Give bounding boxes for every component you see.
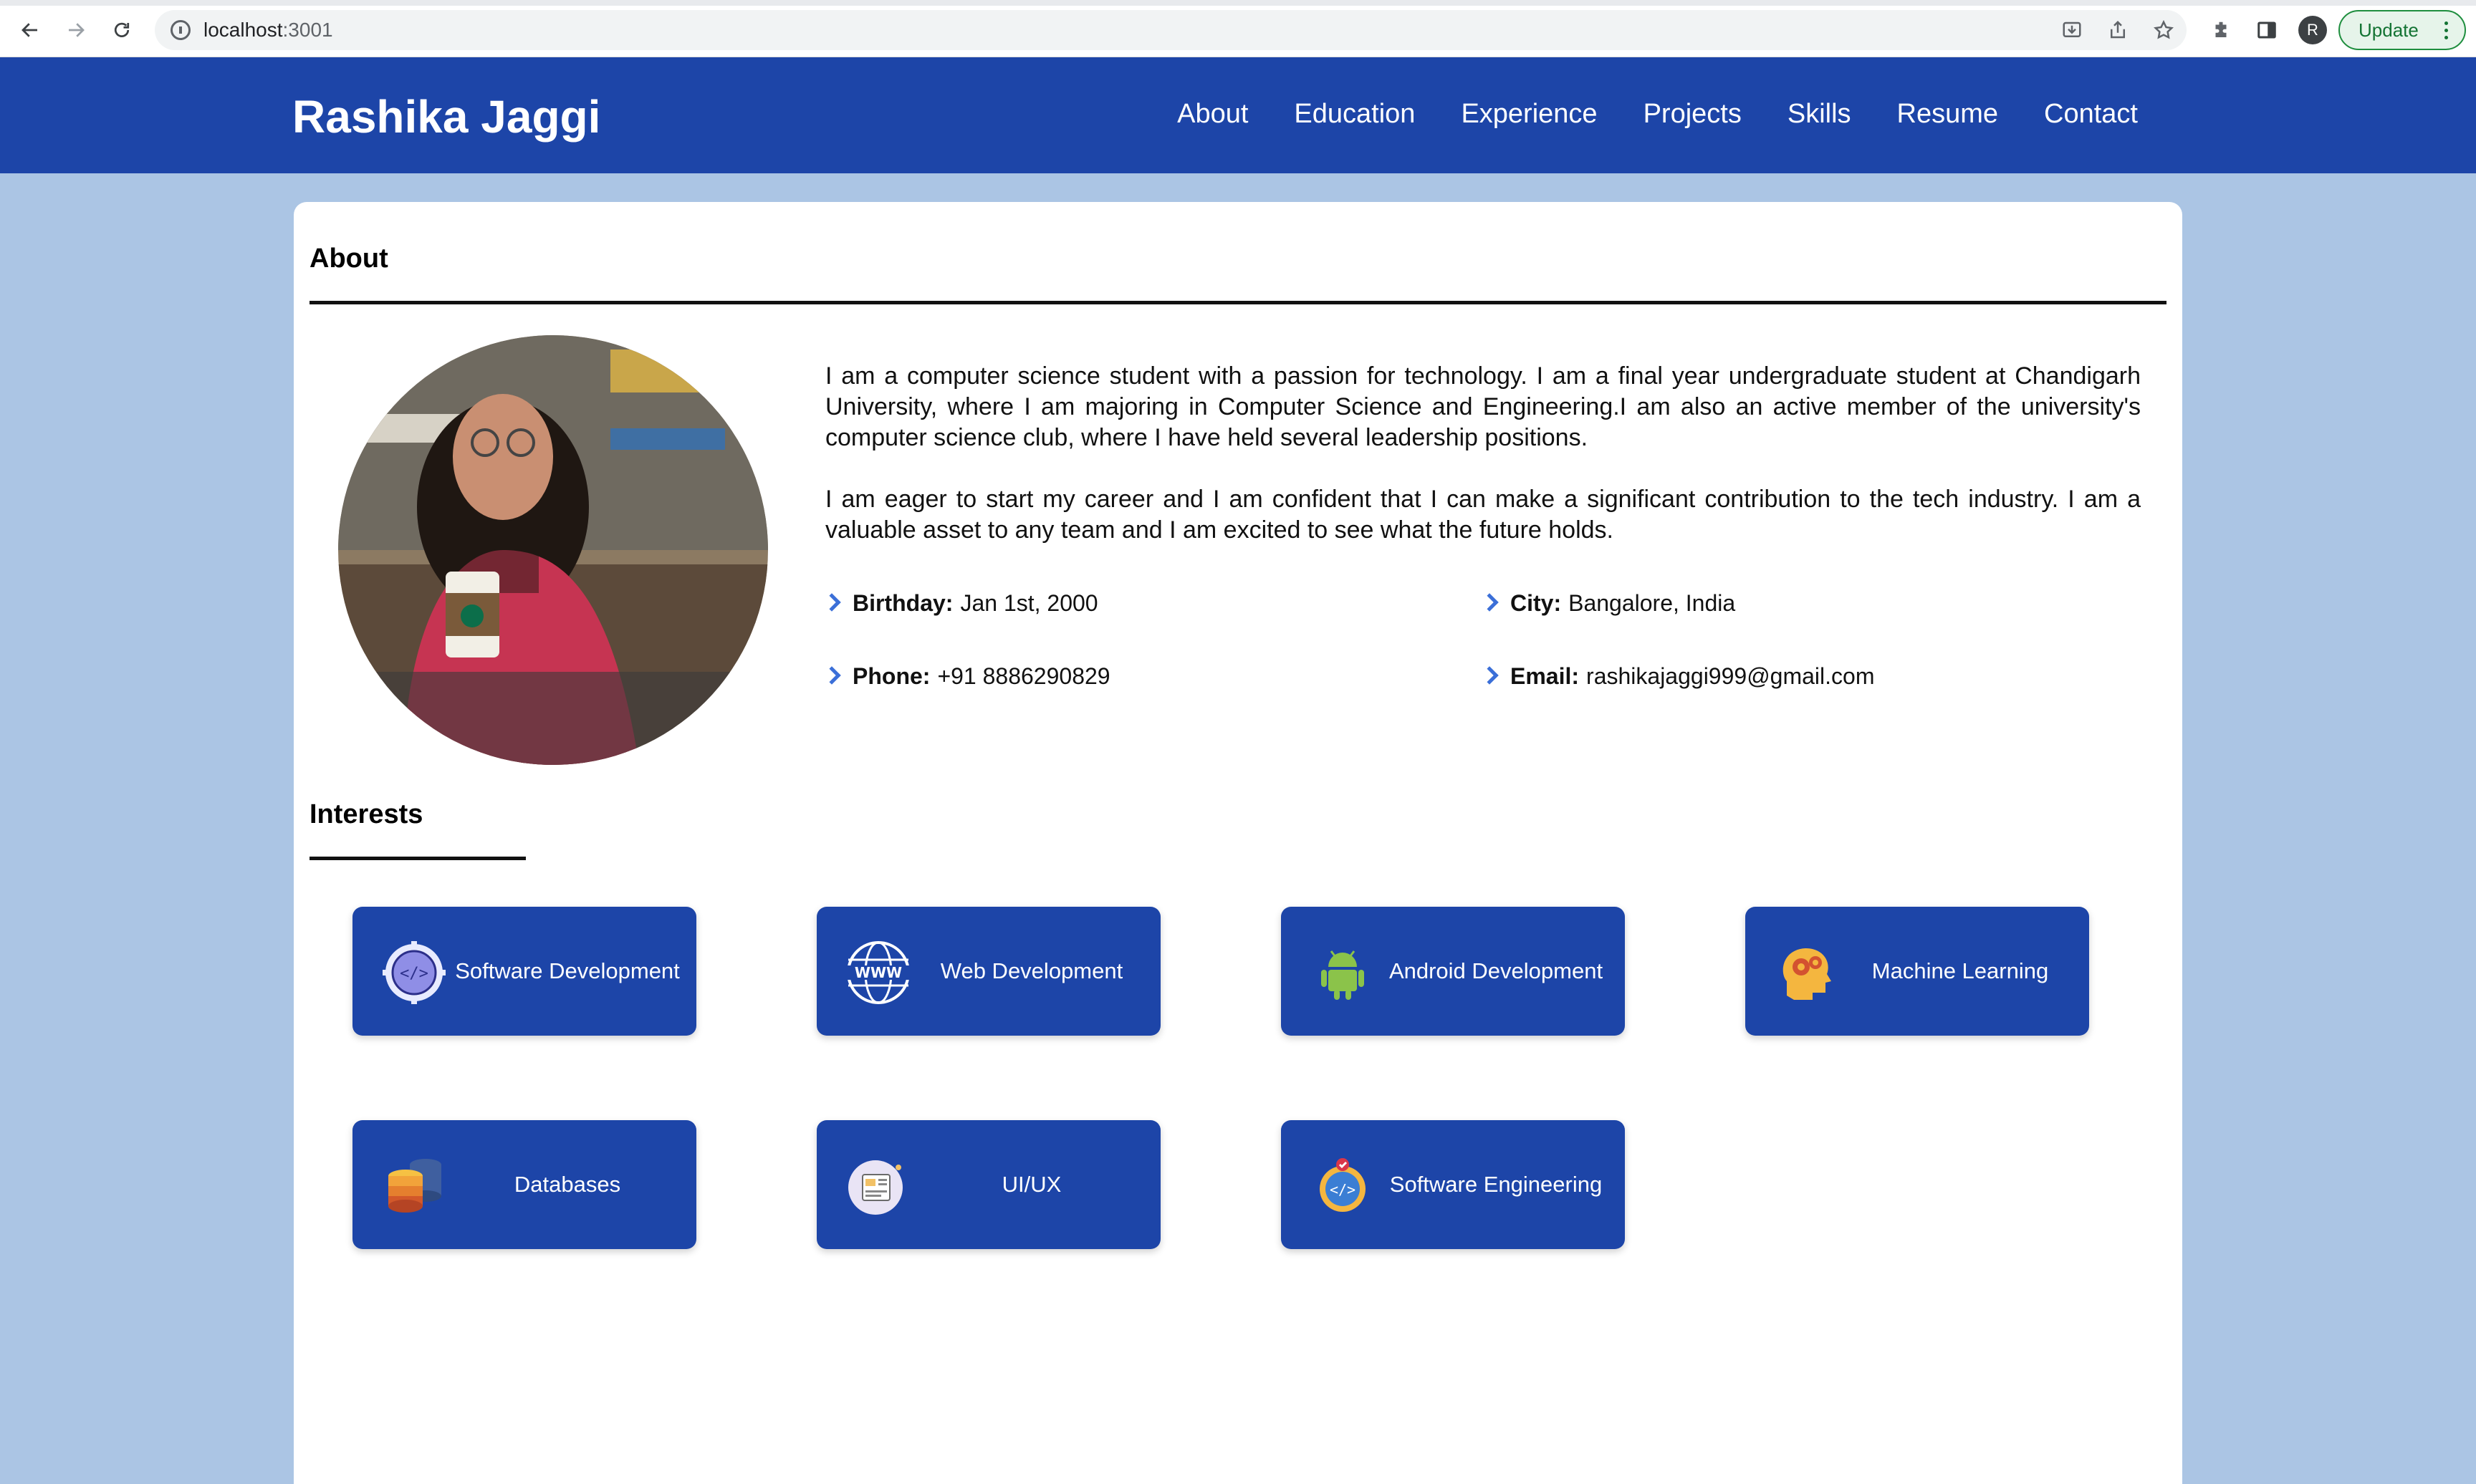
phone-detail: Phone: +91 8886290829 [822, 663, 1110, 690]
interests-divider [310, 857, 526, 860]
nav-experience[interactable]: Experience [1461, 99, 1597, 130]
interest-label: Web Development [940, 958, 1123, 983]
update-label: Update [2359, 19, 2419, 41]
chevron-right-icon [1480, 592, 1499, 612]
interest-ui-ux[interactable]: UI/UX [817, 1120, 1161, 1249]
content-card: About I am a computer science student wi… [294, 202, 2182, 1484]
more-menu-icon[interactable] [2444, 21, 2449, 40]
birthday-detail: Birthday: Jan 1st, 2000 [822, 590, 1098, 617]
chevron-right-icon [1480, 665, 1499, 685]
android-icon [1321, 950, 1364, 1000]
nav-resume[interactable]: Resume [1897, 99, 1999, 130]
share-button[interactable] [2103, 16, 2132, 44]
interest-label: Databases [514, 1172, 621, 1197]
nav-contact[interactable]: Contact [2044, 99, 2138, 130]
tab-strip-edge [0, 0, 2476, 6]
interest-android-development[interactable]: Android Development [1281, 907, 1625, 1036]
interest-label: Software Development [455, 958, 680, 983]
reload-icon [114, 22, 130, 37]
interest-software-engineering[interactable]: </> Software Engineering [1281, 1120, 1625, 1249]
profile-photo [338, 335, 768, 765]
portrait-illustration [338, 335, 768, 765]
interest-software-development[interactable]: </> Software Development [352, 907, 696, 1036]
install-app-button[interactable] [2058, 16, 2086, 44]
reload-button[interactable] [107, 16, 136, 44]
phone-value: +91 8886290829 [937, 663, 1110, 689]
interests-title: Interests [310, 799, 423, 829]
about-paragraph-1: I am a computer science student with a p… [825, 362, 2141, 451]
nav-skills[interactable]: Skills [1788, 99, 1851, 130]
globe-www-icon: WWW [847, 941, 910, 1004]
forward-button[interactable] [62, 16, 90, 44]
extensions-button[interactable] [2207, 16, 2235, 44]
chevron-right-icon [822, 592, 841, 612]
svg-text:</>: </> [400, 965, 428, 983]
city-detail: City: Bangalore, India [1480, 590, 1736, 617]
about-title: About [310, 244, 388, 274]
back-button[interactable] [16, 16, 44, 44]
browser-toolbar: localhost:3001 R Update [0, 0, 2476, 57]
site-info-icon[interactable] [171, 20, 191, 40]
nav-projects[interactable]: Projects [1644, 99, 1742, 130]
birthday-value: Jan 1st, 2000 [960, 590, 1098, 616]
interest-label: UI/UX [1002, 1172, 1062, 1197]
arrow-right-icon [69, 23, 85, 37]
interest-label: Android Development [1388, 958, 1603, 983]
profile-avatar[interactable]: R [2298, 16, 2327, 44]
city-value: Bangalore, India [1568, 590, 1736, 616]
chevron-right-icon [822, 665, 841, 685]
code-badge-icon: </> [1320, 1158, 1366, 1212]
nav-education[interactable]: Education [1294, 99, 1415, 130]
star-icon [2154, 19, 2174, 39]
head-gears-icon [1782, 948, 1831, 1000]
arrow-left-icon [21, 23, 37, 37]
interest-web-development[interactable]: WWW Web Development [817, 907, 1161, 1036]
about-description: I am a computer science student with a p… [825, 361, 2141, 546]
svg-text:</>: </> [1330, 1181, 1355, 1198]
interest-databases[interactable]: Databases [352, 1120, 696, 1249]
nav-about[interactable]: About [1177, 99, 1248, 130]
ui-window-icon [848, 1160, 903, 1215]
url-text: localhost:3001 [203, 19, 333, 41]
email-detail: Email: rashikajaggi999@gmail.com [1480, 663, 1875, 690]
about-divider [310, 301, 2166, 304]
site-header: Rashika Jaggi About Education Experience… [0, 57, 2476, 173]
gear-code-icon: </> [383, 941, 446, 1004]
side-panel-icon [2257, 21, 2276, 39]
database-icon [388, 1159, 441, 1213]
interest-label: Software Engineering [1389, 1172, 1603, 1197]
update-button[interactable]: Update [2338, 10, 2466, 50]
side-panel-button[interactable] [2252, 16, 2281, 44]
main-nav: About Education Experience Projects Skil… [1177, 99, 2138, 130]
bookmark-button[interactable] [2149, 16, 2178, 44]
email-value: rashikajaggi999@gmail.com [1586, 663, 1875, 689]
interest-machine-learning[interactable]: Machine Learning [1745, 907, 2089, 1036]
address-bar[interactable]: localhost:3001 [155, 10, 2187, 50]
svg-text:WWW: WWW [855, 964, 902, 981]
puzzle-icon [2215, 21, 2227, 37]
share-icon [2111, 20, 2125, 39]
interest-label: Machine Learning [1871, 958, 2049, 983]
about-paragraph-2: I am eager to start my career and I am c… [825, 486, 2141, 544]
install-icon [2063, 21, 2081, 37]
site-brand[interactable]: Rashika Jaggi [292, 90, 600, 143]
